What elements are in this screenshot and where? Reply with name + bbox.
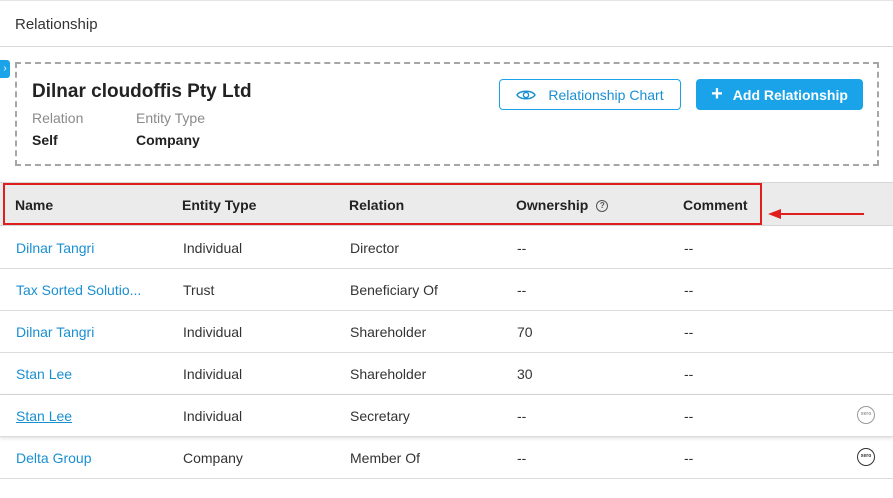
entity-type-value: Company xyxy=(136,132,200,148)
row-comment: -- xyxy=(684,450,694,466)
relationship-chart-label: Relationship Chart xyxy=(548,86,664,103)
row-comment: -- xyxy=(684,240,694,256)
row-name-link[interactable]: Dilnar Tangri xyxy=(16,324,94,340)
row-name-link[interactable]: Stan Lee xyxy=(16,408,72,424)
table-row: Stan Lee Individual Shareholder 30 -- xyxy=(0,353,893,395)
plus-icon: + xyxy=(711,82,723,105)
row-ownership: -- xyxy=(517,240,527,256)
row-entity-type: Individual xyxy=(183,366,243,382)
row-name-link[interactable]: Tax Sorted Solutio... xyxy=(16,282,141,298)
row-entity-type: Individual xyxy=(183,324,243,340)
row-relation: Shareholder xyxy=(350,366,427,382)
row-comment: -- xyxy=(684,282,694,298)
row-name-link[interactable]: Dilnar Tangri xyxy=(16,240,94,256)
xero-icon[interactable]: xero xyxy=(857,448,875,466)
row-relation: Secretary xyxy=(350,408,410,424)
xero-icon[interactable]: xero xyxy=(857,406,875,424)
add-relationship-label: Add Relationship xyxy=(732,86,848,103)
relation-value: Self xyxy=(32,132,58,148)
header-highlight-box xyxy=(3,183,762,225)
entity-type-label: Entity Type xyxy=(136,110,206,126)
page-title: Relationship xyxy=(15,16,98,33)
row-ownership: -- xyxy=(517,282,527,298)
row-entity-type: Company xyxy=(183,450,243,466)
table-row: Tax Sorted Solutio... Trust Beneficiary … xyxy=(0,269,893,311)
row-entity-type: Trust xyxy=(183,282,215,298)
table-row: Dilnar Tangri Individual Shareholder 70 … xyxy=(0,311,893,353)
add-relationship-button[interactable]: + Add Relationship xyxy=(696,79,863,110)
sidebar-toggle-icon[interactable]: › xyxy=(0,60,10,78)
row-entity-type: Individual xyxy=(183,408,243,424)
row-name-link[interactable]: Stan Lee xyxy=(16,366,72,382)
row-comment: -- xyxy=(684,408,694,424)
row-comment: -- xyxy=(684,366,694,382)
row-name-link[interactable]: Delta Group xyxy=(16,450,91,466)
row-relation: Director xyxy=(350,240,400,256)
entity-summary-card: Dilnar cloudoffis Pty Ltd Relation Self … xyxy=(15,62,879,166)
row-relation: Member Of xyxy=(350,450,421,466)
table-row: Dilnar Tangri Individual Director -- -- xyxy=(0,227,893,269)
row-entity-type: Individual xyxy=(183,240,243,256)
table-row-hovered: Stan Lee Individual Secretary -- -- xero xyxy=(0,395,893,437)
row-ownership: -- xyxy=(517,450,527,466)
row-relation: Beneficiary Of xyxy=(350,282,438,298)
eye-icon xyxy=(516,90,537,99)
arrow-left-icon xyxy=(768,209,864,219)
relation-label: Relation xyxy=(32,110,84,126)
relationship-chart-button[interactable]: Relationship Chart xyxy=(499,79,681,110)
row-comment: -- xyxy=(684,324,694,340)
row-ownership: 70 xyxy=(517,324,533,340)
table-row: Delta Group Company Member Of -- -- xero xyxy=(0,437,893,479)
entity-name: Dilnar cloudoffis Pty Ltd xyxy=(32,81,252,102)
row-ownership: -- xyxy=(517,408,527,424)
row-relation: Shareholder xyxy=(350,324,427,340)
row-ownership: 30 xyxy=(517,366,533,382)
page-header: Relationship xyxy=(0,0,893,47)
